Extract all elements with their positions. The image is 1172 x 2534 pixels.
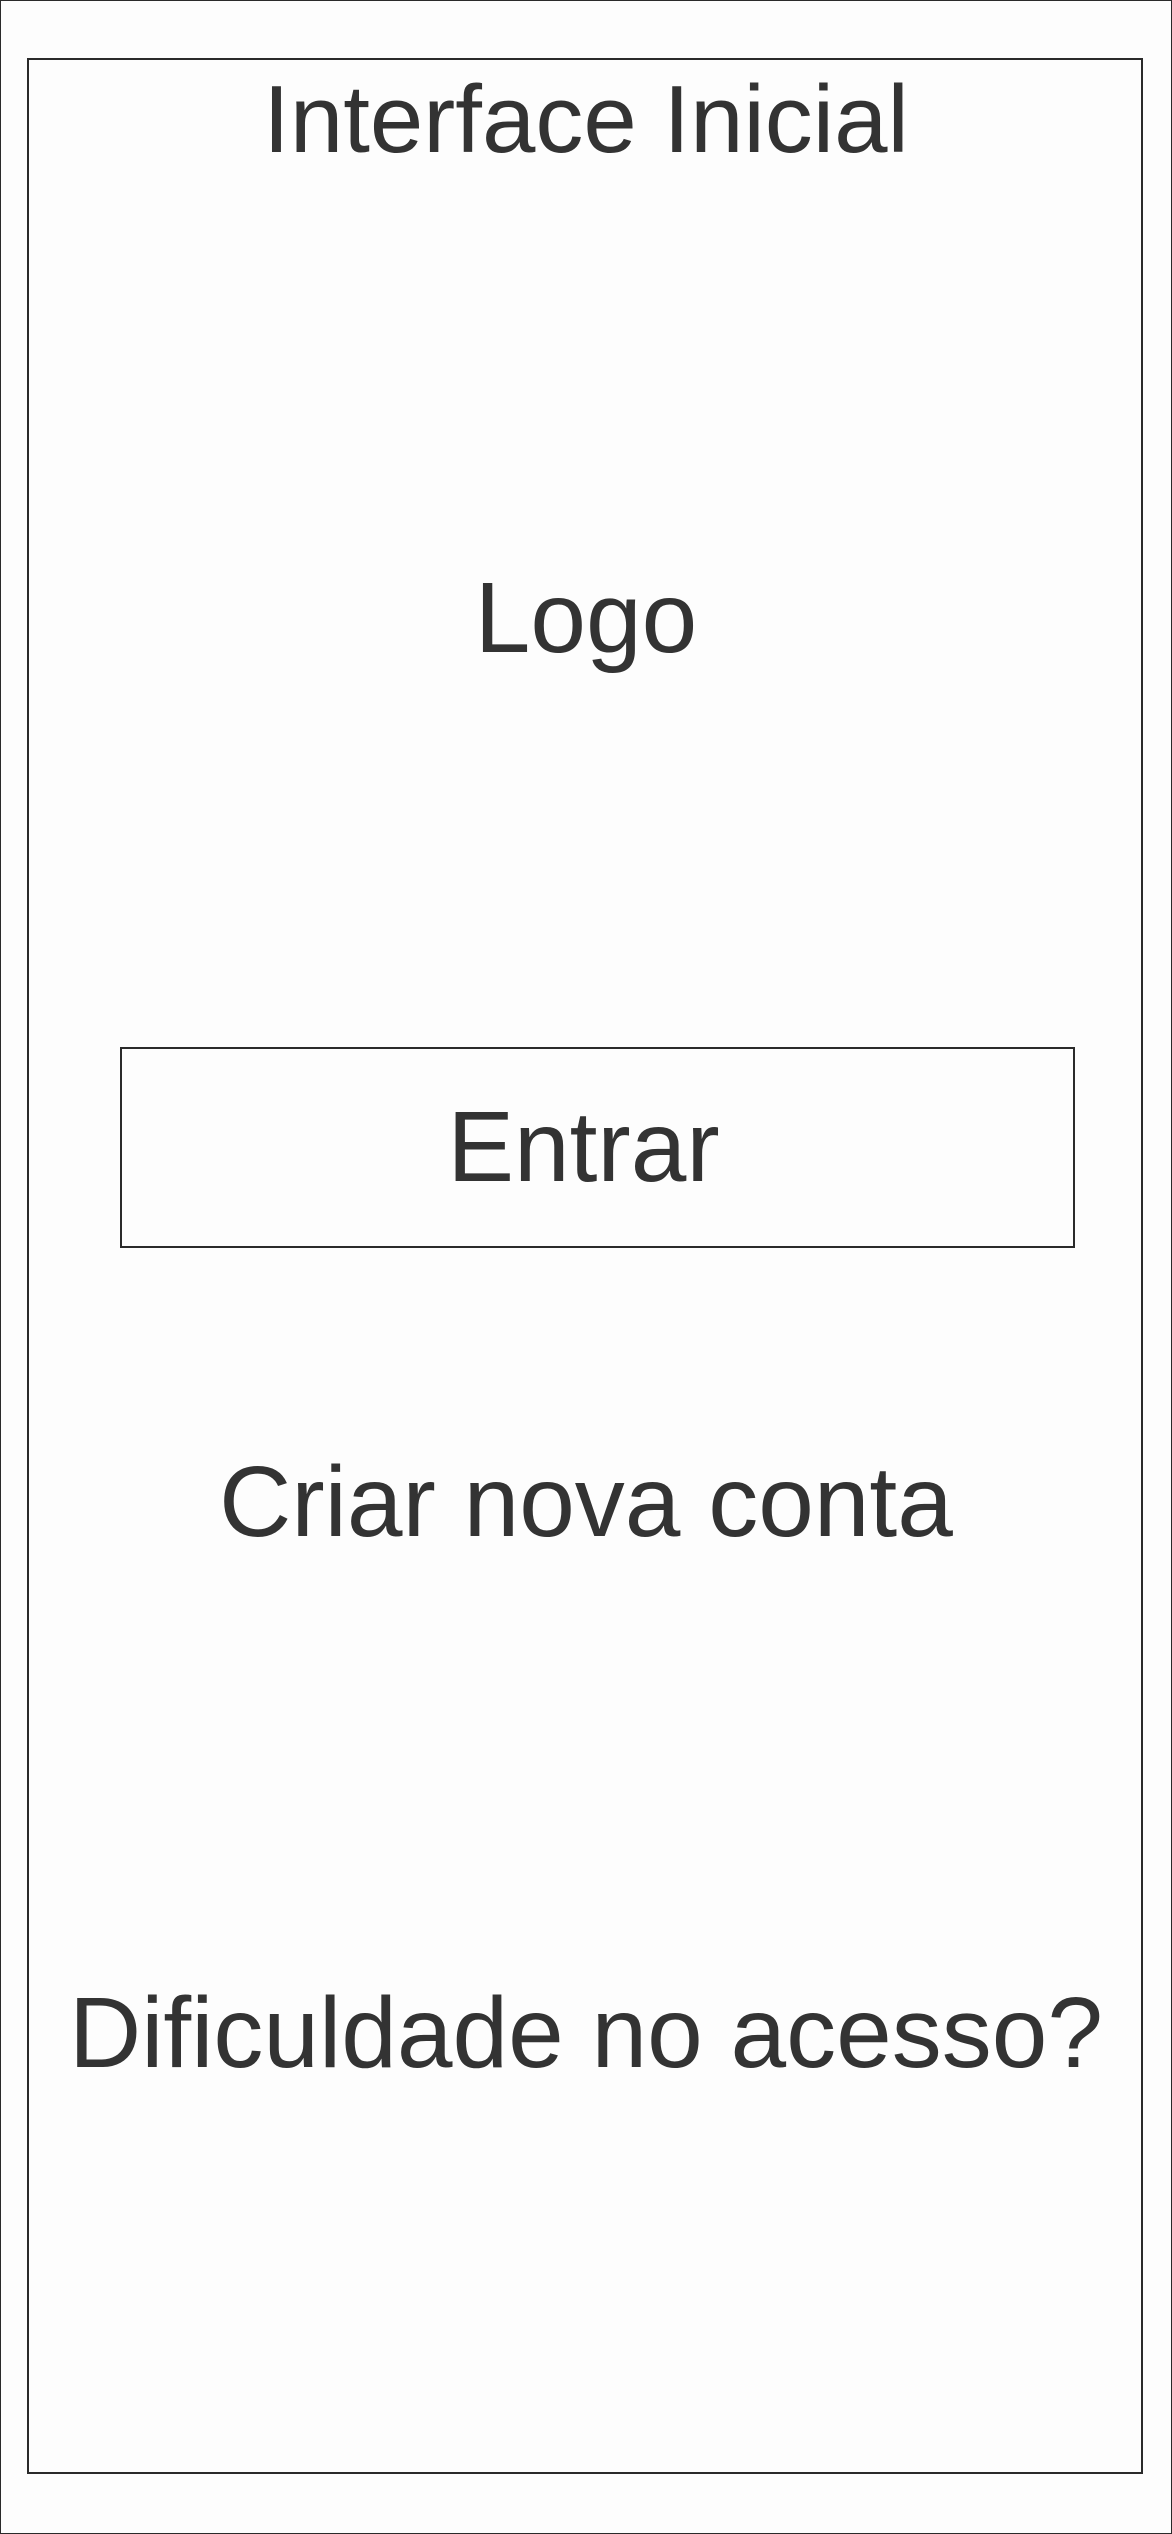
access-help-link[interactable]: Dificuldade no acesso? (0, 1983, 1172, 2083)
create-account-link[interactable]: Criar nova conta (0, 1452, 1172, 1552)
logo-placeholder: Logo (474, 562, 698, 674)
login-button[interactable]: Entrar (120, 1047, 1075, 1248)
page-title: Interface Inicial (263, 66, 909, 173)
screen-frame (27, 58, 1143, 2474)
login-button-label: Entrar (447, 1090, 720, 1203)
